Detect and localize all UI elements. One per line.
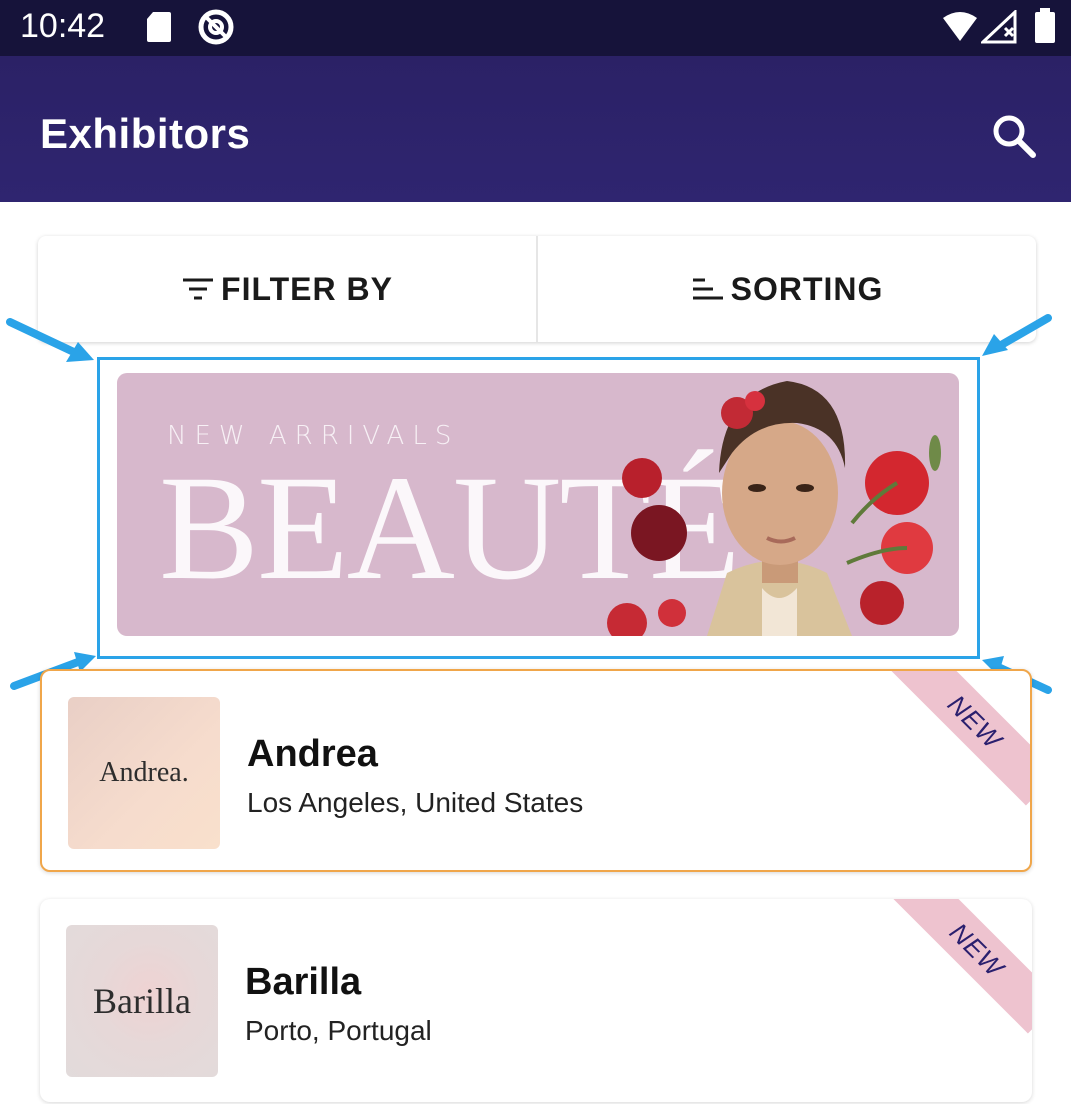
new-badge-label: NEW	[944, 916, 1011, 983]
signal-icon	[981, 10, 1017, 44]
search-icon	[993, 115, 1036, 158]
app-bar: Exhibitors	[0, 56, 1071, 202]
new-badge-label: NEW	[942, 688, 1009, 755]
do-not-disturb-icon	[198, 9, 234, 45]
exhibitor-card-barilla[interactable]: Barilla Barilla Porto, Portugal NEW	[40, 899, 1032, 1102]
exhibitor-logo-text: Barilla	[93, 981, 191, 1021]
filter-by-button[interactable]: FILTER BY	[38, 236, 536, 342]
exhibitor-logo-text: Andrea.	[99, 757, 189, 788]
sort-icon	[692, 278, 723, 300]
filter-icon	[183, 278, 214, 300]
exhibitor-name: Andrea	[247, 733, 378, 775]
new-badge: NEW	[893, 899, 1032, 1034]
filter-sort-bar: FILTER BY SORTING	[38, 236, 1036, 342]
battery-icon	[1035, 8, 1055, 43]
callout-arrow-top-left	[6, 318, 94, 362]
wifi-icon	[943, 12, 977, 41]
exhibitor-card-andrea[interactable]: Andrea. Andrea Los Angeles, United State…	[40, 669, 1032, 872]
exhibitor-name: Barilla	[245, 961, 362, 1003]
callout-arrow-top-right	[982, 314, 1052, 356]
banner-highlight-frame	[97, 357, 980, 659]
exhibitor-logo: Barilla	[66, 925, 218, 1077]
sd-card-icon	[147, 12, 171, 42]
sorting-button[interactable]: SORTING	[538, 236, 1036, 342]
page-title: Exhibitors	[40, 110, 251, 157]
sorting-label: SORTING	[730, 270, 884, 307]
status-bar: 10:42	[0, 0, 1071, 56]
new-badge: NEW	[891, 671, 1030, 806]
exhibitor-location: Los Angeles, United States	[247, 787, 584, 818]
exhibitor-location: Porto, Portugal	[245, 1015, 432, 1046]
search-button[interactable]	[984, 106, 1044, 166]
status-time: 10:42	[20, 7, 106, 45]
filter-by-label: FILTER BY	[221, 270, 393, 307]
exhibitor-logo: Andrea.	[68, 697, 220, 849]
